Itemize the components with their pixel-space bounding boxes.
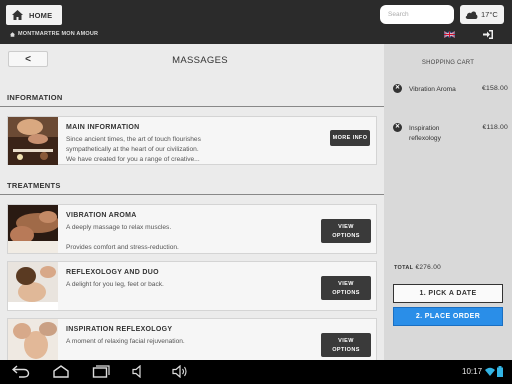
view-options-button[interactable]: VIEW OPTIONS [321, 276, 371, 300]
more-info-button[interactable]: MORE INFO [330, 130, 370, 146]
cloud-icon [465, 11, 478, 19]
search-input[interactable] [380, 5, 454, 24]
system-nav-bar: 10:17 [0, 360, 512, 384]
remove-item-icon[interactable]: ✕ [393, 123, 402, 132]
page-title: MASSAGES [172, 55, 228, 66]
breadcrumb[interactable]: MONTMARTRE MON AMOUR [10, 31, 98, 37]
treatment-card[interactable]: INSPIRATION REFLEXOLOGY A moment of rela… [7, 318, 377, 360]
info-card-image [8, 117, 58, 165]
home-button[interactable]: HOME [6, 5, 62, 25]
view-options-button[interactable]: VIEW OPTIONS [321, 219, 371, 243]
treatment-image [8, 205, 58, 253]
treatment-description: A delight for you leg, feet or back. [66, 281, 164, 288]
treatment-description: A deeply massage to relax muscles. Provi… [66, 224, 179, 251]
treatments-heading: TREATMENTS [7, 181, 61, 190]
volume-up-icon[interactable] [172, 365, 188, 378]
system-clock: 10:17 [462, 367, 483, 376]
total-value: €276.00 [415, 264, 442, 271]
info-card-title: MAIN INFORMATION [66, 124, 140, 131]
treatment-card[interactable]: REFLEXOLOGY AND DUO A delight for you le… [7, 261, 377, 311]
logout-icon[interactable] [483, 30, 493, 39]
treatment-card[interactable]: VIBRATION AROMA A deeply massage to rela… [7, 204, 377, 254]
info-card[interactable]: MAIN INFORMATION Since ancient times, th… [7, 116, 377, 165]
treatment-image [8, 262, 58, 310]
back-nav-icon[interactable] [12, 365, 30, 378]
cart-title: SHOPPING CART [421, 60, 475, 66]
shopping-cart: SHOPPING CART ✕ Vibration Aroma €158.00 … [384, 44, 512, 360]
cart-item-price: €158.00 [482, 85, 508, 92]
home-nav-icon[interactable] [52, 365, 70, 378]
divider [0, 106, 384, 107]
info-card-description: Since ancient times, the art of touch fl… [66, 136, 201, 163]
treatment-image [8, 319, 58, 360]
place-order-button[interactable]: 2. PLACE ORDER [393, 307, 503, 326]
volume-down-icon[interactable] [132, 365, 148, 378]
top-bar: HOME 17°C MONTMARTRE MON AMOUR [0, 0, 512, 44]
wifi-icon [485, 367, 495, 376]
uk-flag-icon[interactable] [444, 31, 455, 38]
weather-button[interactable]: 17°C [460, 5, 504, 24]
information-heading: INFORMATION [7, 93, 63, 102]
home-small-icon [10, 31, 15, 37]
recent-apps-icon[interactable] [92, 365, 110, 378]
cart-item: ✕ Vibration Aroma €158.00 [393, 84, 508, 96]
remove-item-icon[interactable]: ✕ [393, 84, 402, 93]
main-panel: < MASSAGES INFORMATION MAIN INFORMATION … [0, 44, 384, 360]
view-options-button[interactable]: VIEW OPTIONS [321, 333, 371, 357]
home-icon [12, 10, 23, 20]
pick-date-button[interactable]: 1. PICK A DATE [393, 284, 503, 303]
battery-icon [497, 366, 503, 377]
breadcrumb-label: MONTMARTRE MON AMOUR [18, 31, 99, 37]
treatment-title: VIBRATION AROMA [66, 212, 137, 219]
cart-item-price: €118.00 [482, 124, 508, 131]
home-label: HOME [29, 10, 53, 20]
total-label: TOTAL [394, 265, 414, 271]
treatment-title: REFLEXOLOGY AND DUO [66, 269, 159, 276]
cart-item: ✕ Inspiration reflexology €118.00 [393, 123, 508, 145]
cart-item-name: Inspiration reflexology [409, 125, 441, 142]
treatment-title: INSPIRATION REFLEXOLOGY [66, 326, 173, 333]
treatment-description: A moment of relaxing facial rejuvenation… [66, 338, 185, 345]
temperature: 17°C [481, 10, 498, 19]
cart-total: TOTAL €276.00 [394, 264, 441, 271]
divider [0, 194, 384, 195]
cart-item-name: Vibration Aroma [409, 86, 456, 93]
